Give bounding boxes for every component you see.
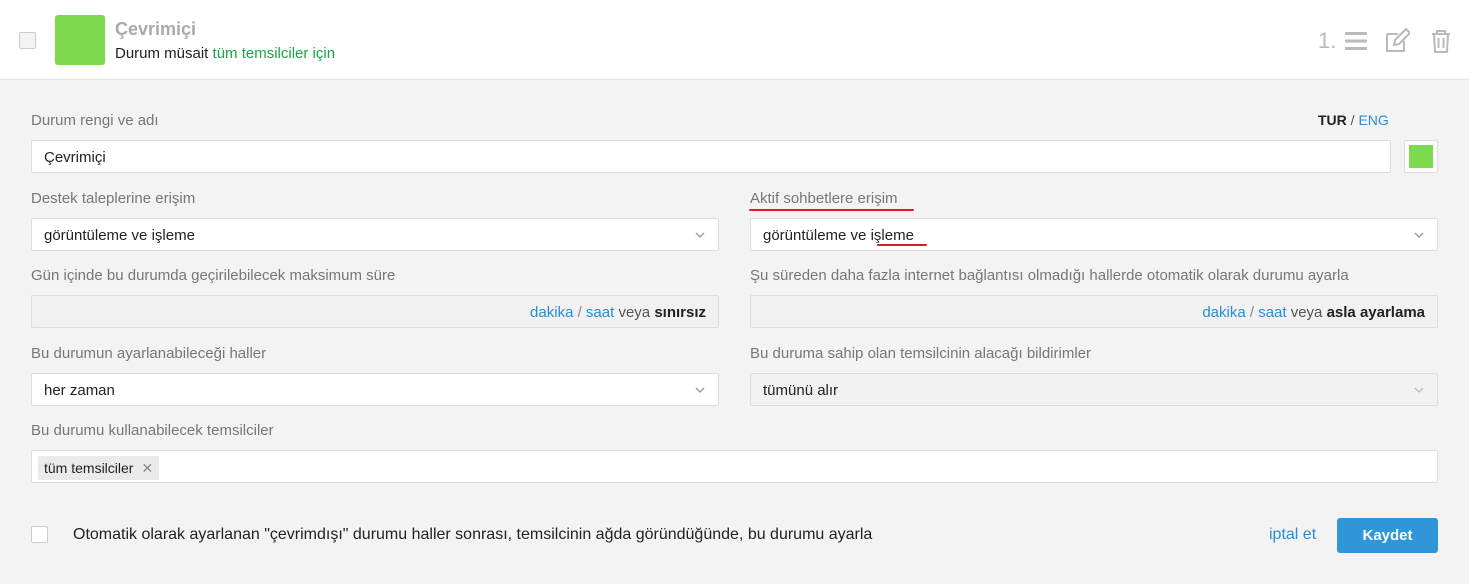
- chats-value-word: işleme: [870, 227, 914, 244]
- status-header: Çevrimiçi Durum müsait tüm temsilciler i…: [0, 0, 1469, 80]
- notify-label: Bu duruma sahip olan temsilcinin alacağı…: [750, 345, 1091, 362]
- subtitle-prefix: Durum müsait: [115, 45, 209, 62]
- lang-eng[interactable]: ENG: [1358, 112, 1388, 128]
- unit-hours[interactable]: saat: [586, 304, 614, 321]
- max-time-input[interactable]: dakika / saat veya sınırsız: [31, 295, 719, 328]
- chats-access-value: görüntüleme ve işleme: [763, 227, 914, 244]
- unit-or: veya: [1290, 304, 1323, 321]
- auto-set-label: Otomatik olarak ayarlanan "çevrimdışı" d…: [73, 526, 873, 543]
- agents-tag-input[interactable]: tüm temsilciler ✕: [31, 450, 1438, 483]
- subtitle-agents-link[interactable]: tüm temsilciler için: [213, 45, 336, 62]
- status-subtitle: Durum müsait tüm temsilciler için: [115, 45, 335, 62]
- when-select[interactable]: her zaman: [31, 373, 719, 406]
- auto-set-checkbox[interactable]: [31, 526, 48, 543]
- max-time-units: dakika / saat veya sınırsız: [530, 304, 706, 321]
- unit-unlimited[interactable]: sınırsız: [654, 304, 706, 321]
- unit-or: veya: [618, 304, 651, 321]
- order-number: 1.: [1318, 28, 1337, 53]
- chats-access-label: Aktif sohbetlere erişim: [750, 190, 898, 207]
- agent-tag: tüm temsilciler ✕: [38, 456, 160, 480]
- status-title: Çevrimiçi: [115, 19, 197, 39]
- lang-separator: /: [1350, 112, 1355, 128]
- agent-tag-label: tüm temsilciler: [44, 460, 134, 476]
- offline-units: dakika / saat veya asla ayarlama: [1202, 304, 1425, 321]
- annotation-underline: [749, 209, 914, 211]
- lang-tur[interactable]: TUR: [1318, 112, 1347, 128]
- offline-input[interactable]: dakika / saat veya asla ayarlama: [750, 295, 1438, 328]
- unit-minutes[interactable]: dakika: [1202, 304, 1245, 321]
- unit-never[interactable]: asla ayarlama: [1327, 304, 1425, 321]
- trash-icon[interactable]: [1428, 28, 1454, 54]
- color-picker-swatch: [1409, 145, 1433, 168]
- chats-value-prefix: görüntüleme ve: [763, 227, 871, 244]
- agents-label: Bu durumu kullanabilecek temsilciler: [31, 422, 274, 439]
- unit-hours[interactable]: saat: [1258, 304, 1286, 321]
- name-input[interactable]: Çevrimiçi: [31, 140, 1391, 173]
- when-label: Bu durumun ayarlanabileceği haller: [31, 345, 267, 362]
- annotation-underline: [877, 244, 927, 246]
- name-input-value: Çevrimiçi: [44, 149, 106, 166]
- unit-separator: /: [1249, 304, 1255, 321]
- notify-select[interactable]: tümünü alır: [750, 373, 1438, 406]
- select-checkbox[interactable]: [19, 32, 36, 49]
- tickets-access-label: Destek taleplerine erişim: [31, 190, 196, 207]
- max-time-label: Gün içinde bu durumda geçirilebilecek ma…: [31, 267, 396, 284]
- status-color-swatch: [55, 15, 105, 65]
- chevron-down-icon: [694, 229, 706, 241]
- notify-value: tümünü alır: [763, 382, 839, 399]
- tag-remove-icon[interactable]: ✕: [141, 460, 153, 477]
- chevron-down-icon: [1413, 229, 1425, 241]
- chevron-down-icon: [694, 384, 706, 396]
- color-picker[interactable]: [1404, 140, 1438, 173]
- cancel-link[interactable]: iptal et: [1269, 526, 1316, 544]
- tickets-access-select[interactable]: görüntüleme ve işleme: [31, 218, 719, 251]
- when-value: her zaman: [44, 382, 115, 399]
- offline-label: Şu süreden daha fazla internet bağlantıs…: [750, 267, 1349, 284]
- save-button[interactable]: Kaydet: [1337, 518, 1438, 553]
- list-icon[interactable]: [1343, 28, 1369, 54]
- chevron-down-icon: [1413, 384, 1425, 396]
- chats-access-select[interactable]: görüntüleme ve işleme: [750, 218, 1438, 251]
- unit-minutes[interactable]: dakika: [530, 304, 573, 321]
- language-switch: TUR / ENG: [1318, 112, 1389, 128]
- edit-icon[interactable]: [1384, 28, 1410, 54]
- name-label: Durum rengi ve adı: [31, 112, 159, 129]
- unit-separator: /: [577, 304, 582, 321]
- tickets-access-value: görüntüleme ve işleme: [44, 227, 195, 244]
